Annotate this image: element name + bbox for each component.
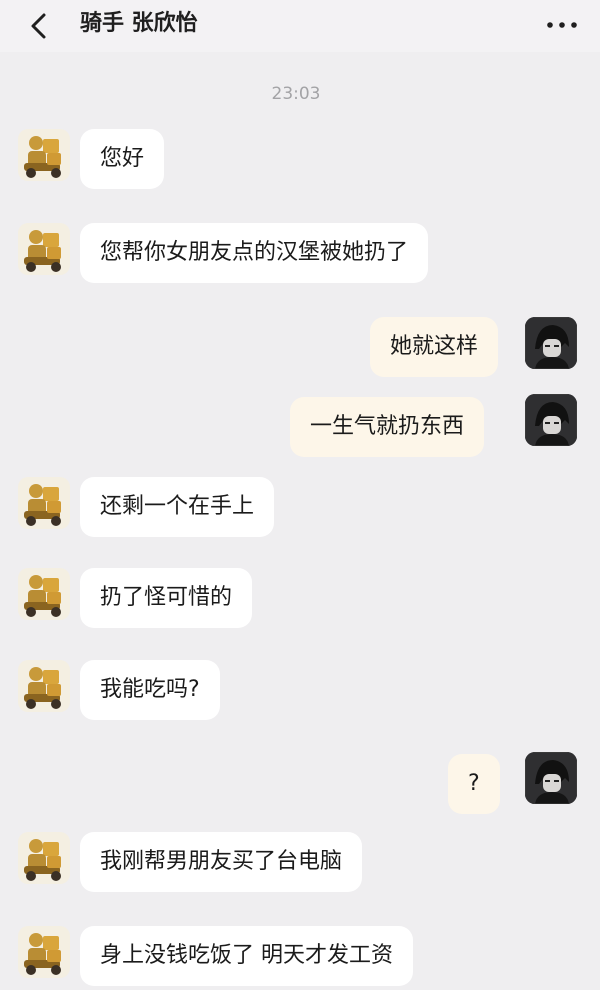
courier-avatar[interactable] — [18, 832, 70, 884]
message-bubble-incoming[interactable]: 还剩一个在手上 — [80, 477, 275, 537]
courier-avatar[interactable] — [18, 568, 70, 620]
more-button[interactable] — [542, 12, 582, 38]
more-horizontal-icon — [547, 22, 577, 28]
message-bubble-incoming[interactable]: 我刚帮男朋友买了台电脑 — [80, 832, 363, 892]
courier-avatar[interactable] — [18, 660, 70, 712]
chevron-left-icon — [31, 13, 46, 39]
courier-avatar[interactable] — [18, 926, 70, 978]
message-bubble-incoming[interactable]: 您好 — [80, 129, 165, 189]
chat-title: 骑手 张欣怡 — [80, 11, 198, 36]
message-bubble-incoming[interactable]: 扔了怪可惜的 — [80, 568, 253, 628]
user-avatar[interactable] — [525, 394, 577, 446]
user-avatar[interactable] — [525, 752, 577, 804]
courier-avatar[interactable] — [18, 477, 70, 529]
message-bubble-incoming[interactable]: 身上没钱吃饭了 明天才发工资 — [80, 926, 413, 986]
chat-screen: 骑手 张欣怡 23:03 您好 您帮你女朋友点的汉堡被她扔了 她就这样 一生气就… — [0, 0, 600, 990]
courier-avatar[interactable] — [18, 129, 70, 181]
message-bubble-incoming[interactable]: 我能吃吗? — [80, 660, 220, 720]
courier-avatar[interactable] — [18, 223, 70, 275]
message-bubble-outgoing[interactable]: 她就这样 — [370, 317, 499, 377]
message-bubble-outgoing[interactable]: ? — [448, 754, 500, 814]
message-timestamp: 23:03 — [271, 84, 321, 104]
message-bubble-incoming[interactable]: 您帮你女朋友点的汉堡被她扔了 — [80, 223, 429, 283]
user-avatar[interactable] — [525, 317, 577, 369]
back-button[interactable] — [22, 8, 58, 44]
message-bubble-outgoing[interactable]: 一生气就扔东西 — [290, 397, 485, 457]
chat-header: 骑手 张欣怡 — [0, 0, 600, 52]
